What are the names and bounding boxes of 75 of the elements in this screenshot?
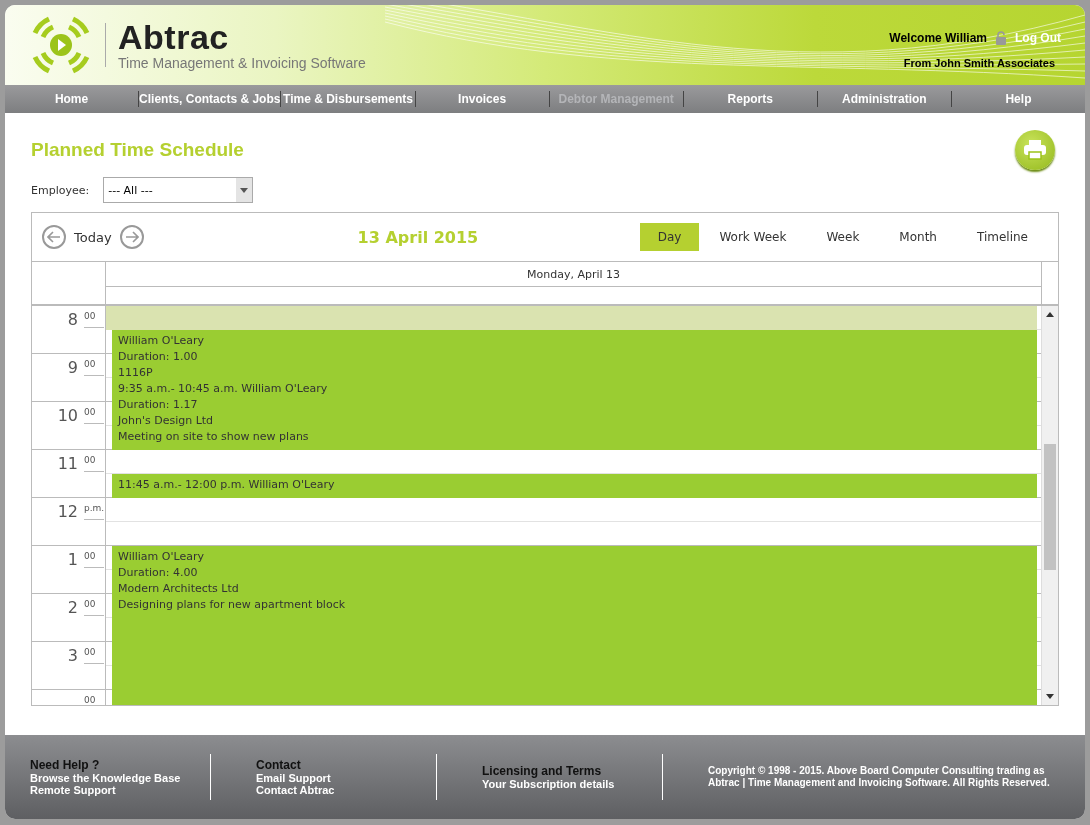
nav-item[interactable]: Home (5, 92, 139, 106)
hour-suffix: 00 (84, 354, 104, 376)
appointment-text: 1116P (118, 365, 154, 381)
hour-suffix: 00 (84, 546, 104, 568)
view-tab[interactable]: Timeline (956, 223, 1048, 251)
nav-item[interactable]: Administration (817, 92, 951, 106)
brand-tagline: Time Management & Invoicing Software (118, 55, 366, 71)
page-title: Planned Time Schedule (31, 139, 244, 161)
scroll-up-icon[interactable] (1046, 312, 1054, 317)
caret-icon (240, 187, 249, 193)
hour-suffix: p.m. (84, 498, 104, 520)
appointment-text: Duration: 1.17 (118, 397, 199, 413)
hour-label: 8 (67, 310, 78, 331)
hour-label: 2 (67, 598, 78, 619)
hour-suffix: 00 (84, 594, 104, 616)
left-arrow-icon (47, 231, 61, 243)
nav-item[interactable]: Clients, Contacts & Jobs (139, 92, 281, 106)
appointment-text: Duration: 4.00 (118, 565, 199, 581)
current-date: 13 April 2015 (357, 227, 479, 247)
footer-link[interactable]: Contact Abtrac (256, 784, 416, 796)
right-arrow-icon (124, 231, 139, 243)
footer-link[interactable]: Browse the Knowledge Base (30, 772, 190, 784)
appointment[interactable]: William O'Leary Duration: 1.00 1116P 9:35 a.m.- 10:45 a.m. William O'Leary Duration: 1.17 John's Design Ltd Meeting on site to show new plans (112, 330, 1037, 450)
appointment-text: Duration: 1.00 (118, 349, 199, 365)
brand-name: Abtrac (118, 19, 230, 55)
view-tab[interactable]: Week (806, 223, 880, 251)
hour-label: 11 (57, 454, 78, 475)
nav-item[interactable]: Invoices (415, 92, 549, 106)
view-tab[interactable]: Work Week (699, 223, 807, 251)
hour-suffix: 00 (84, 306, 104, 328)
next-button[interactable] (119, 225, 144, 249)
hour-label: 1 (67, 550, 78, 571)
previous-button[interactable] (42, 225, 66, 249)
appointment-text: 9:35 a.m.- 10:45 a.m. William O'Leary (118, 381, 329, 397)
footer-link[interactable]: Your Subscription details (481, 778, 642, 790)
appointment-text: Designing plans for new apartment block (118, 597, 347, 613)
appointment-text: Meeting on site to show new plans (118, 429, 310, 445)
padlock-icon (995, 31, 1007, 45)
footer-heading: Need Help ? (30, 758, 101, 772)
scrollbar[interactable] (1041, 306, 1058, 705)
footer-link[interactable]: Email Support (256, 772, 416, 784)
hour-label: 12 (57, 502, 78, 523)
hour-suffix: 00 (84, 642, 104, 664)
footer-heading: Contact (256, 758, 302, 772)
appointment-text: William O'Leary (118, 549, 205, 565)
appointment-text: 11:45 a.m.- 12:00 p.m. William O'Leary (118, 477, 336, 493)
hour-label: 10 (57, 406, 78, 427)
hour-suffix: 00 (84, 450, 104, 472)
copyright-text: Copyright © 1998 - 2015. Above Board Computer Consulting trading as Abtrac | Time Management and Invoicing Software. All Rights Reserved. (707, 765, 1051, 789)
today-button[interactable]: Today (66, 229, 120, 245)
nav-item[interactable]: Reports (683, 92, 817, 106)
footer-heading: Licensing and Terms (481, 764, 603, 778)
view-tab[interactable]: Month (879, 223, 957, 251)
nav-item[interactable]: Time & Disbursements (281, 92, 415, 106)
day-header: Monday, April 13 (106, 262, 1041, 287)
appointment-text: William O'Leary (118, 333, 205, 349)
nav-item[interactable]: Help (951, 92, 1085, 106)
footer-link[interactable]: Remote Support (30, 784, 190, 796)
hour-label: 9 (67, 358, 78, 379)
scroll-thumb[interactable] (1044, 444, 1056, 570)
hour-suffix: 00 (84, 690, 104, 705)
view-tab[interactable]: Day (639, 223, 700, 251)
appointment[interactable]: William O'Leary Duration: 4.00 Modern Architects Ltd Designing plans for new apartment block (112, 546, 1037, 705)
employee-dropdown[interactable]: --- All --- (103, 177, 254, 203)
appointment-text: John's Design Ltd (118, 413, 215, 429)
appointment-text: Modern Architects Ltd (118, 581, 240, 597)
company-text: From John Smith Associates (903, 57, 1055, 69)
employee-label: Employee: (31, 183, 90, 197)
print-button[interactable] (1015, 130, 1055, 170)
scroll-down-icon[interactable] (1046, 694, 1054, 699)
hour-label: 3 (67, 646, 78, 667)
appointment[interactable]: 11:45 a.m.- 12:00 p.m. William O'Leary (112, 474, 1037, 498)
printer-icon (1023, 139, 1047, 161)
hour-suffix: 00 (84, 402, 104, 424)
welcome-text: Welcome William (889, 31, 987, 45)
